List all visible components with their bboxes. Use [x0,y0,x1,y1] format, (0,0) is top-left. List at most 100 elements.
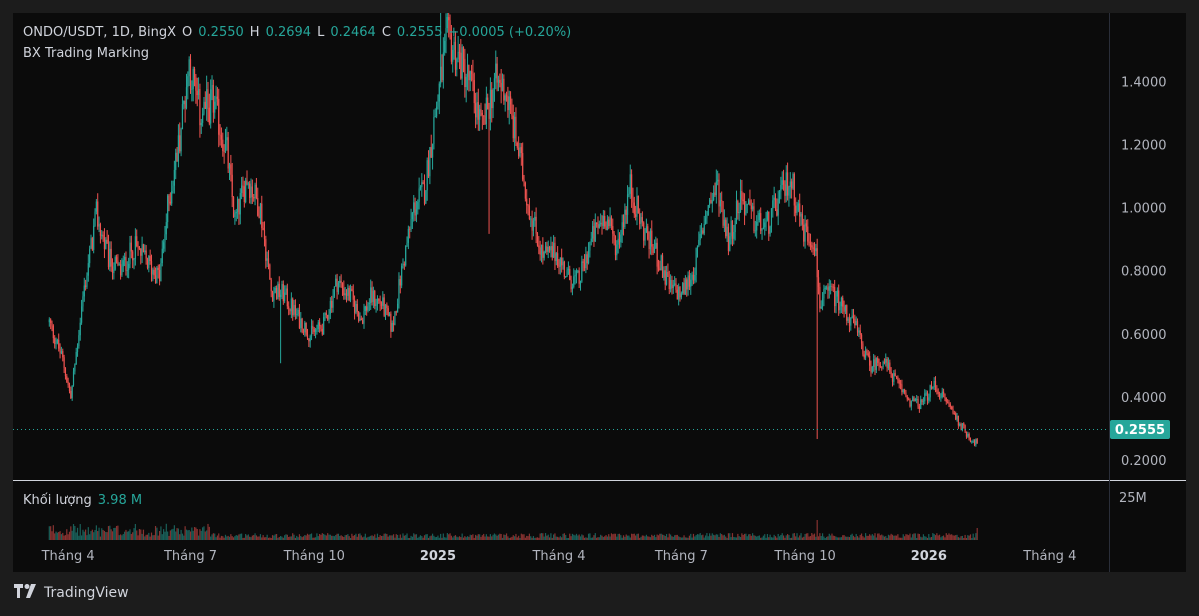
volume-legend[interactable]: Khối lượng 3.98 M [23,493,142,508]
volume-bar [150,532,153,540]
candle-body [133,258,135,261]
candle-body [98,224,100,227]
candle-body [532,220,535,231]
volume-bar [480,536,482,540]
candle-body [791,181,793,189]
volume-bar [665,534,668,540]
candle-body [577,270,579,272]
candle-body [955,413,957,420]
candle-body [702,230,704,234]
volume-bar [236,535,239,540]
symbol-title[interactable]: ONDO/USDT, 1D, BingX [23,25,176,40]
volume-bar [574,535,576,540]
candle-body [58,339,60,349]
candle-body [294,304,297,315]
candle-body [153,269,155,276]
volume-bar [692,533,695,540]
candle-body [704,218,707,225]
candle-body [333,286,336,297]
candle-body [152,269,154,275]
volume-bar [376,533,379,540]
chart-container[interactable]: 1.4000 1.2000 1.0000 0.8000 0.6000 0.4000 0.20… [13,13,1186,572]
candle-body [667,271,669,277]
volume-bar [289,536,291,540]
indicator-legend[interactable]: BX Trading Marking [23,46,149,61]
candle-body [163,242,165,249]
candle-body [288,306,290,309]
volume-bar [507,536,509,540]
candle-body [905,392,907,397]
candle-body [364,306,366,312]
volume-bar [906,534,908,540]
volume-bar [699,533,701,540]
candle-body [323,317,325,335]
candle-body [727,226,730,251]
candle-body [339,280,341,284]
candle-body [390,313,392,332]
candle-body [165,222,167,235]
volume-bar [766,534,769,540]
volume-bar [89,534,91,540]
candle-body [64,367,67,377]
volume-bar [329,534,331,540]
candle-body [458,51,461,53]
volume-bar [651,534,653,540]
candle-body [734,220,736,233]
candle-body [520,147,522,154]
candle-body [308,338,310,342]
price-axis[interactable]: 1.4000 1.2000 1.0000 0.8000 0.6000 0.4000 0.20… [1121,75,1167,469]
volume-bar [440,533,442,540]
candle-body [836,290,838,297]
volume-bar [762,535,764,540]
volume-bar [772,537,774,540]
volume-bar [67,534,69,540]
candle-body [929,385,931,398]
volume-bar [444,537,446,540]
candle-body [134,236,136,259]
candle-body [90,238,92,249]
candle-body [485,97,487,124]
volume-bar [234,536,236,540]
volume-bar [544,533,547,540]
candle-body [413,202,415,213]
volume-bar [617,533,619,540]
candle-body [551,246,553,258]
candle-body [477,102,479,120]
candle-body [886,359,888,369]
price-chart-canvas[interactable]: 1.4000 1.2000 1.0000 0.8000 0.6000 0.4000 0.20… [13,13,1186,572]
volume-bar [933,533,935,540]
candle-body [812,247,814,249]
volume-bar [436,536,438,540]
volume-bar [333,536,336,540]
candle-body [312,325,314,329]
candle-body [785,172,787,196]
volume-bar [509,537,512,540]
volume-bar [500,534,502,540]
candle-body [558,266,560,268]
candle-body [353,299,356,313]
volume-bar [749,534,751,540]
candle-body [48,319,50,323]
volume-bar [188,529,190,540]
candle-body [216,96,219,99]
tradingview-branding[interactable]: TradingView [14,584,129,602]
time-axis[interactable]: Tháng 4 Tháng 7 Tháng 10 2025 Tháng 4 Tháng 7… [41,549,1077,564]
price-tick-label: 1.2000 [1121,139,1167,154]
volume-bar [555,536,557,540]
volume-bar [819,533,821,540]
candle-body [930,385,933,389]
volume-bar [245,534,247,540]
volume-bar [908,535,910,540]
volume-bar [514,536,516,540]
volume-bar [624,536,626,540]
candle-body [512,115,514,139]
volume-bar [746,536,748,540]
candle-body [378,298,380,301]
volume-bar [220,535,223,540]
candle-body [448,17,450,21]
volume-bar [149,536,151,540]
volume-bar [773,534,775,540]
volume-bar [682,537,684,540]
volume-bar [158,531,161,540]
candle-body [422,182,424,184]
